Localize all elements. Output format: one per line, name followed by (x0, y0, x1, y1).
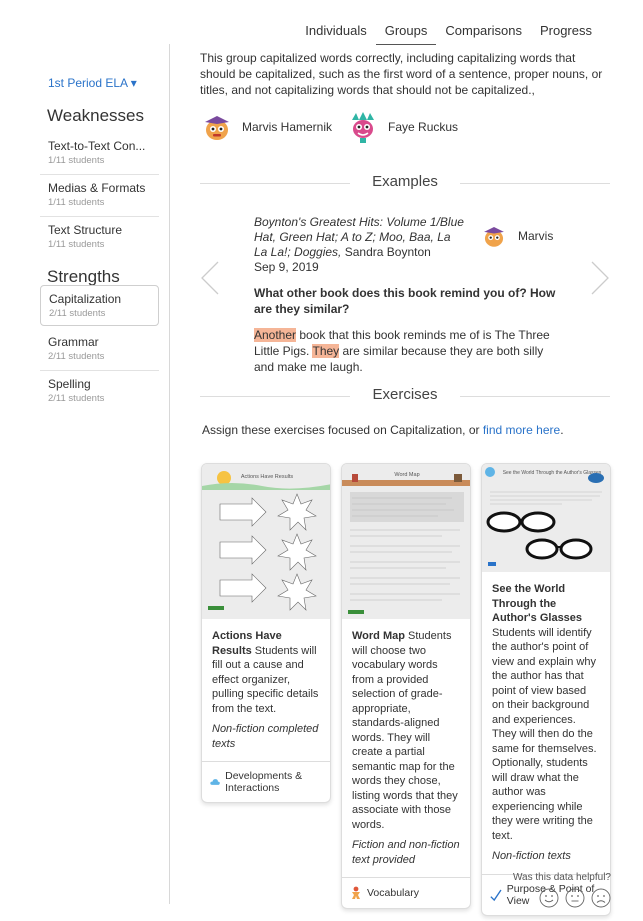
monster-avatar-icon (352, 112, 375, 143)
strengths-heading: Strengths (47, 267, 120, 286)
card-description: Students will choose two vocabulary word… (352, 630, 458, 831)
card-body: See the World Through the Author's Glass… (482, 572, 610, 874)
card-standard: Vocabulary (367, 887, 419, 899)
chevron-right-icon[interactable] (588, 258, 612, 298)
monster-avatar-icon (484, 226, 504, 247)
student-list: Marvis Hamernik Faye Ruckus (200, 110, 610, 144)
highlight: Another (254, 328, 297, 342)
neutral-face-icon[interactable] (565, 888, 585, 908)
skill-name: Spelling (48, 377, 91, 391)
example-student: Marvis (480, 222, 553, 250)
skill-count: 1/11 students (48, 155, 105, 166)
sad-face-icon[interactable] (591, 888, 611, 908)
skill-name: Grammar (48, 335, 99, 349)
example-answer: Another book that this book reminds me o… (254, 327, 559, 375)
worksheet-thumbnail: See the World Through the Author's Glass… (482, 464, 610, 572)
feedback-question: Was this data helpful? (512, 872, 611, 883)
group-summary: This group capitalized words correctly, … (200, 50, 610, 144)
assign-lead: Assign these exercises focused on Capita… (202, 423, 483, 437)
weaknesses-heading: Weaknesses (47, 106, 145, 125)
sidebar-item-text-structure[interactable]: Text Structure 1/11 students (40, 217, 159, 258)
skill-count: 2/11 students (48, 351, 105, 362)
worksheet-thumbnail: Word Map (342, 464, 470, 619)
highlight: They (312, 344, 340, 358)
thumb-title: Word Map (394, 472, 419, 478)
sidebar-item-medias-formats[interactable]: Medias & Formats 1/11 students (40, 175, 159, 216)
card-body: Word Map Students will choose two vocabu… (342, 619, 470, 877)
check-icon (490, 889, 502, 901)
exercises-heading: Exercises (200, 386, 610, 403)
assign-text: Assign these exercises focused on Capita… (202, 423, 564, 437)
sidebar: 1st Period ELA ▾ Weaknesses Text-to-Text… (0, 44, 170, 904)
student-marvis[interactable]: Marvis Hamernik (200, 110, 332, 144)
student-name: Faye Ruckus (388, 120, 459, 134)
book-citation: Boynton's Greatest Hits: Volume 1/Blue H… (254, 215, 464, 260)
cloud-icon (210, 779, 220, 785)
examples-title: Examples (372, 173, 438, 190)
sidebar-item-text-to-text[interactable]: Text-to-Text Con... 1/11 students (40, 133, 159, 174)
skill-count: 2/11 students (49, 308, 106, 319)
divider (460, 183, 610, 184)
examples-heading: Examples (200, 173, 610, 190)
class-select[interactable]: 1st Period ELA ▾ (48, 76, 137, 90)
card-subtitle: Non-fiction completed texts (212, 723, 319, 750)
skill-count: 1/11 students (48, 197, 105, 208)
book-author: Sandra Boynton (341, 245, 431, 259)
tab-individuals[interactable]: Individuals (296, 20, 375, 45)
skill-name: Text Structure (48, 223, 123, 237)
card-subtitle: Fiction and non-fiction text provided (352, 839, 460, 866)
tab-groups[interactable]: Groups (375, 20, 437, 45)
assign-end: . (560, 423, 564, 437)
exercise-card-word-map[interactable]: Word Map Word Map Students will choose t… (341, 463, 471, 909)
skill-name: Capitalization (49, 292, 122, 306)
monster-avatar-icon (205, 116, 229, 140)
find-more-link[interactable]: find more here (483, 423, 560, 437)
chevron-left-icon[interactable] (198, 258, 222, 298)
card-footer: Developments & Interactions (202, 761, 330, 802)
card-title: Word Map (352, 630, 405, 642)
student-name: Marvis (518, 229, 554, 243)
example-date: Sep 9, 2019 (254, 260, 319, 274)
skill-name: Text-to-Text Con... (48, 139, 146, 153)
feedback-faces (513, 888, 611, 908)
skill-name: Medias & Formats (48, 181, 146, 195)
student-faye[interactable]: Faye Ruckus (346, 110, 458, 144)
example-question: What other book does this book remind yo… (254, 286, 556, 316)
sidebar-item-capitalization[interactable]: Capitalization 2/11 students (40, 285, 159, 326)
group-description: This group capitalized words correctly, … (200, 51, 603, 97)
happy-face-icon[interactable] (539, 888, 559, 908)
card-subtitle: Non-fiction texts (492, 850, 571, 862)
worksheet-thumbnail: Actions Have Results (202, 464, 330, 619)
exercises-title: Exercises (372, 386, 438, 403)
student-name: Marvis Hamernik (242, 120, 333, 134)
skill-count: 1/11 students (48, 239, 105, 250)
exercise-card-actions-have-results[interactable]: Actions Have Results Actions Have Result… (201, 463, 331, 803)
divider (200, 183, 350, 184)
card-description: Students will identify the author's poin… (492, 626, 597, 842)
figure-icon (352, 886, 360, 899)
thumb-title: See the World Through the Author's Glass… (503, 470, 602, 476)
tab-comparisons[interactable]: Comparisons (436, 20, 531, 45)
divider (460, 396, 610, 397)
sidebar-item-spelling[interactable]: Spelling 2/11 students (40, 371, 159, 412)
thumb-title: Actions Have Results (241, 474, 294, 480)
tab-progress[interactable]: Progress (531, 20, 601, 45)
card-body: Actions Have Results Students will fill … (202, 619, 330, 761)
sidebar-item-grammar[interactable]: Grammar 2/11 students (40, 329, 159, 370)
card-footer: Vocabulary (342, 877, 470, 908)
feedback: Was this data helpful? (513, 872, 611, 908)
card-title: See the World Through the Author's Glass… (492, 583, 583, 624)
skill-count: 2/11 students (48, 393, 105, 404)
exercise-card-authors-glasses[interactable]: See the World Through the Author's Glass… (481, 463, 611, 916)
divider (200, 396, 350, 397)
top-nav: Individuals Groups Comparisons Progress (296, 20, 601, 45)
card-standard: Developments & Interactions (225, 770, 303, 794)
